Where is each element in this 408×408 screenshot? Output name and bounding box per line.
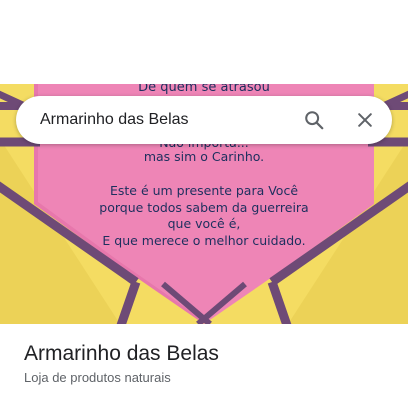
- card-line: Este é um presente para Você: [109, 183, 299, 198]
- clear-search-button[interactable]: [347, 102, 383, 138]
- card-line: De quem se atrasou: [138, 84, 270, 95]
- card-line: mas sim o Carinho.: [143, 149, 265, 164]
- search-query-text[interactable]: Armarinho das Belas: [40, 96, 189, 144]
- search-button[interactable]: [296, 102, 332, 138]
- place-category: Loja de produtos naturais: [24, 370, 171, 385]
- search-icon: [305, 111, 324, 130]
- card-line: que você é,: [167, 216, 241, 231]
- card-line: E que merece o melhor cuidado.: [102, 233, 306, 248]
- card-line: porque todos sabem da guerreira: [99, 200, 309, 215]
- place-title[interactable]: Armarinho das Belas: [24, 342, 219, 366]
- close-icon: [358, 113, 372, 127]
- search-bar[interactable]: Armarinho das Belas: [16, 96, 392, 144]
